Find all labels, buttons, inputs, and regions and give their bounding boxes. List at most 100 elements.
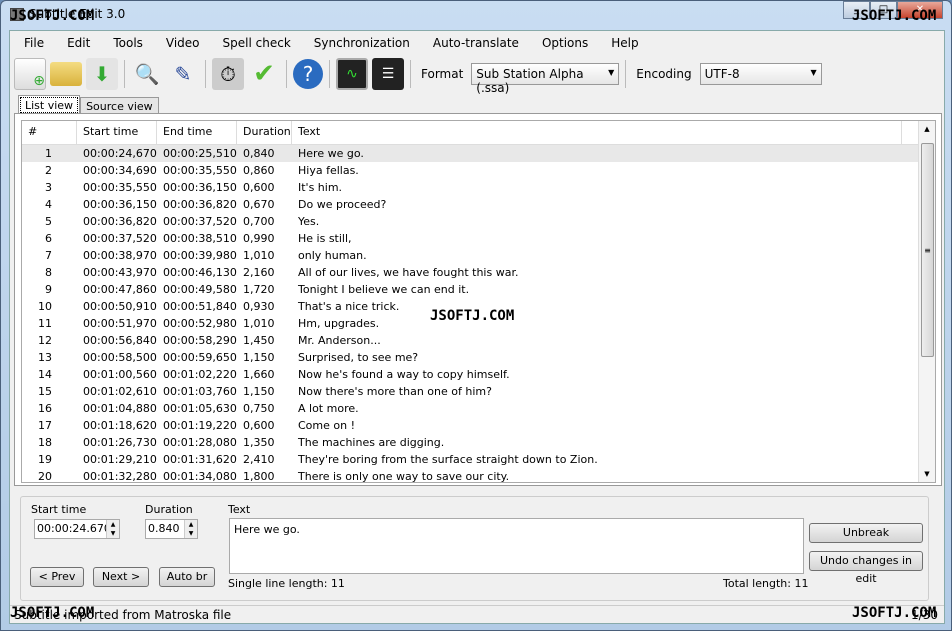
new-icon[interactable]: ⊕: [14, 58, 46, 90]
cell-end-time: 00:00:51,840: [163, 300, 237, 313]
cell-text: Tonight I believe we can end it.: [298, 283, 470, 296]
auto-br-button[interactable]: Auto br: [159, 567, 215, 587]
cell-start-time: 00:01:32,280: [83, 470, 157, 483]
start-time-input[interactable]: 00:00:24.670 ▲ ▼: [34, 519, 120, 539]
cell-duration: 1,720: [243, 283, 275, 296]
cell-start-time: 00:00:36,150: [83, 198, 157, 211]
menu-file[interactable]: File: [10, 31, 53, 55]
cell-text: They're boring from the surface straight…: [298, 453, 598, 466]
table-row[interactable]: 1 00:00:24,670 00:00:25,510 0,840 Here we go…: [22, 145, 935, 162]
edit-panel: Start time 00:00:24.670 ▲ ▼ Duration 0.840…: [20, 496, 929, 601]
menu-options[interactable]: Options: [528, 31, 597, 55]
vertical-scrollbar[interactable]: ▲ ≡ ▼: [918, 121, 935, 482]
next-button[interactable]: Next >: [93, 567, 149, 587]
cell-number: 3: [45, 181, 52, 194]
cell-number: 7: [45, 249, 52, 262]
cell-duration: 0,840: [243, 147, 275, 160]
cell-duration: 0,700: [243, 215, 275, 228]
table-row[interactable]: 14 00:01:00,560 00:01:02,220 1,660 Now he's …: [22, 366, 935, 383]
table-row[interactable]: 18 00:01:26,730 00:01:28,080 1,350 The machi…: [22, 434, 935, 451]
cell-number: 9: [45, 283, 52, 296]
table-row[interactable]: 7 00:00:38,970 00:00:39,980 1,010 only human…: [22, 247, 935, 264]
help-icon[interactable]: ?: [293, 59, 323, 89]
cell-start-time: 00:00:35,550: [83, 181, 157, 194]
col-start-time[interactable]: Start time: [77, 121, 157, 144]
duration-spinner[interactable]: ▲ ▼: [184, 520, 197, 538]
video-icon[interactable]: ☰: [372, 58, 404, 90]
menu-spell-check[interactable]: Spell check: [209, 31, 300, 55]
cell-end-time: 00:00:52,980: [163, 317, 237, 330]
table-row[interactable]: 12 00:00:56,840 00:00:58,290 1,450 Mr. Ander…: [22, 332, 935, 349]
cell-duration: 1,150: [243, 385, 275, 398]
cell-number: 14: [38, 368, 52, 381]
table-row[interactable]: 6 00:00:37,520 00:00:38,510 0,990 He is stil…: [22, 230, 935, 247]
cell-duration: 1,010: [243, 249, 275, 262]
table-row[interactable]: 4 00:00:36,150 00:00:36,820 0,670 Do we proc…: [22, 196, 935, 213]
save-icon[interactable]: ⬇: [86, 58, 118, 90]
col-end-time[interactable]: End time: [157, 121, 237, 144]
text-editor[interactable]: Here we go.: [229, 518, 804, 574]
single-line-length: Single line length: 11: [228, 577, 345, 590]
cell-text: Yes.: [298, 215, 320, 228]
waveform-icon[interactable]: ∿: [336, 58, 368, 90]
cell-start-time: 00:00:43,970: [83, 266, 157, 279]
table-row[interactable]: 5 00:00:36,820 00:00:37,520 0,700 Yes.: [22, 213, 935, 230]
cell-duration: 0,860: [243, 164, 275, 177]
undo-changes-button[interactable]: Undo changes in edit: [809, 551, 923, 585]
format-label: Format: [421, 67, 464, 81]
table-row[interactable]: 20 00:01:32,280 00:01:34,080 1,800 There is …: [22, 468, 935, 483]
table-row[interactable]: 16 00:01:04,880 00:01:05,630 0,750 A lot mor…: [22, 400, 935, 417]
duration-input[interactable]: 0.840 ▲ ▼: [145, 519, 198, 539]
cell-text: Hm, upgrades.: [298, 317, 380, 330]
table-row[interactable]: 3 00:00:35,550 00:00:36,150 0,600 It's him.: [22, 179, 935, 196]
menu-help[interactable]: Help: [597, 31, 647, 55]
cell-number: 6: [45, 232, 52, 245]
cell-duration: 0,930: [243, 300, 275, 313]
cell-start-time: 00:00:24,670: [83, 147, 157, 160]
spell-check-icon[interactable]: ✔: [248, 58, 280, 90]
start-time-value: 00:00:24.670: [37, 522, 111, 535]
cell-duration: 0,600: [243, 181, 275, 194]
cell-text: The machines are digging.: [298, 436, 445, 449]
table-row[interactable]: 9 00:00:47,860 00:00:49,580 1,720 Tonight I …: [22, 281, 935, 298]
find-icon[interactable]: 🔍: [131, 58, 163, 90]
cell-end-time: 00:01:05,630: [163, 402, 237, 415]
col-duration[interactable]: Duration: [237, 121, 292, 144]
table-row[interactable]: 15 00:01:02,610 00:01:03,760 1,150 Now there…: [22, 383, 935, 400]
cell-end-time: 00:00:39,980: [163, 249, 237, 262]
cell-end-time: 00:01:02,220: [163, 368, 237, 381]
tab-list-view[interactable]: List view: [18, 95, 81, 115]
cell-end-time: 00:01:03,760: [163, 385, 237, 398]
col-number[interactable]: #: [22, 121, 77, 144]
cell-text: Do we proceed?: [298, 198, 387, 211]
start-time-spinner[interactable]: ▲ ▼: [106, 520, 119, 538]
menu-tools[interactable]: Tools: [99, 31, 152, 55]
cell-number: 2: [45, 164, 52, 177]
cell-start-time: 00:01:26,730: [83, 436, 157, 449]
format-select[interactable]: Sub Station Alpha (.ssa): [471, 63, 620, 95]
menu-synchronization[interactable]: Synchronization: [300, 31, 419, 55]
col-text[interactable]: Text: [292, 121, 902, 144]
duration-value: 0.840: [148, 522, 180, 535]
menu-edit[interactable]: Edit: [53, 31, 99, 55]
cell-start-time: 00:00:34,690: [83, 164, 157, 177]
prev-button[interactable]: < Prev: [30, 567, 84, 587]
table-row[interactable]: 13 00:00:58,500 00:00:59,650 1,150 Surprised…: [22, 349, 935, 366]
menu-auto-translate[interactable]: Auto-translate: [419, 31, 528, 55]
cell-text: Now he's found a way to copy himself.: [298, 368, 510, 381]
table-row[interactable]: 2 00:00:34,690 00:00:35,550 0,860 Hiya fella…: [22, 162, 935, 179]
unbreak-button[interactable]: Unbreak: [809, 523, 923, 543]
menu-video[interactable]: Video: [152, 31, 209, 55]
watermark: JSOFTJ.COM: [852, 8, 937, 24]
open-icon[interactable]: [50, 62, 82, 86]
watermark: JSOFTJ.COM: [10, 8, 95, 24]
replace-icon[interactable]: ✎: [167, 58, 199, 90]
cell-text: All of our lives, we have fought this wa…: [298, 266, 519, 279]
table-row[interactable]: 17 00:01:18,620 00:01:19,220 0,600 Come on !: [22, 417, 935, 434]
table-row[interactable]: 8 00:00:43,970 00:00:46,130 2,160 All of our…: [22, 264, 935, 281]
scrollbar-thumb[interactable]: ≡: [921, 143, 934, 357]
visual-sync-icon[interactable]: ⏱: [212, 58, 244, 90]
encoding-select[interactable]: UTF-8: [699, 63, 822, 85]
table-row[interactable]: 19 00:01:29,210 00:01:31,620 2,410 They're b…: [22, 451, 935, 468]
cell-duration: 1,450: [243, 334, 275, 347]
